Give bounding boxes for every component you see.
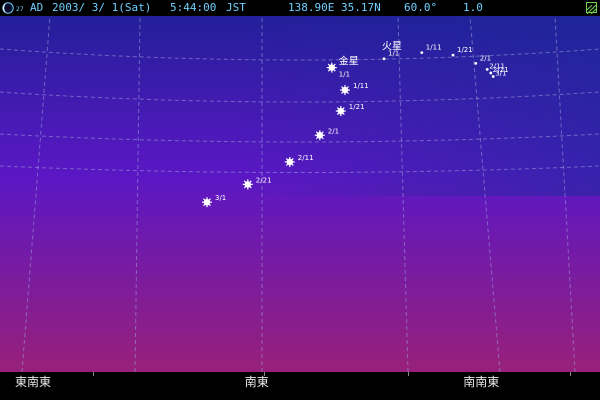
venus-date-label: 2/21 [256,176,272,184]
horizon-direction-label: 南南東 [463,375,500,389]
venus-date-label: 2/1 [328,127,339,135]
era-text: AD [30,1,44,14]
fov-text: 60.0° [404,1,438,14]
mars-position-1-1[interactable] [382,57,386,61]
mars-position-1-11[interactable] [420,51,424,55]
venus-date-label: 2/11 [298,154,314,162]
mars-date-label: 1/21 [457,46,473,54]
hatch-icon [586,4,597,15]
mars-date-label: 1/11 [426,44,442,52]
moon-age-text: 27 [16,6,24,13]
mars-position-1-21[interactable] [451,53,455,57]
status-bar: 27 AD 2003/ 3/ 1(Sat) 5:44:00 JST 138.90… [0,0,600,16]
date-text: 2003/ 3/ 1(Sat) [52,1,152,14]
display-mode-button[interactable] [586,2,597,15]
horizon-tick [570,372,571,376]
magnitude-text: 1.0 [463,1,483,14]
moon-phase-icon [2,2,14,14]
horizon-tick [264,372,265,376]
venus-date-label: 3/1 [215,194,226,202]
star-chart-app: 27 AD 2003/ 3/ 1(Sat) 5:44:00 JST 138.90… [0,0,600,400]
time-text: 5:44:00 [170,1,217,14]
venus-date-label: 1/1 [339,71,350,79]
horizon-tick [93,372,94,376]
horizon-bar: 東南東 南東 南南東 [0,372,600,400]
horizon-direction-label: 東南東 [15,375,52,389]
horizon-tick [408,372,409,376]
mars-name-label: 火星 [382,41,402,53]
mars-position-2-1[interactable] [474,61,478,65]
sky-view[interactable]: 1/11/111/212/12/112/213/1金星1/11/11 1/212/… [0,16,600,372]
mars-position-2-11[interactable] [485,68,489,71]
mars-date-label: 2/1 [480,54,491,62]
venus-date-label: 1/11 [353,82,369,90]
mars-position-3-1[interactable] [491,75,495,78]
location-text: 138.90E 35.17N [288,1,381,14]
venus-date-label: 1/21 [349,103,365,111]
horizon-direction-label: 南東 [244,375,269,389]
mars-position-2-21[interactable] [489,71,493,75]
mars-date-label: 3/1 [495,70,506,78]
venus-name-label: 金星 [339,55,359,68]
sky-glow [0,16,600,196]
timezone-text: JST [226,1,246,14]
